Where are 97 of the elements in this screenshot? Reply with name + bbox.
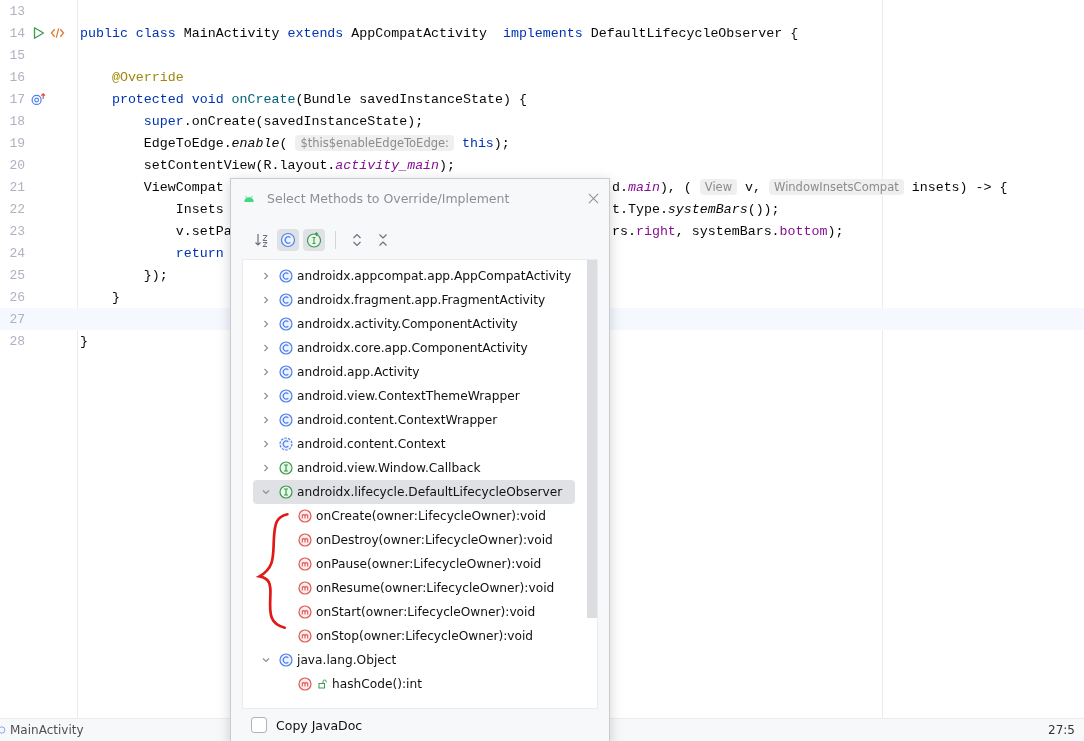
code-line: ViewCompat [142, 179, 224, 195]
code-line: EdgeToEdge.enable( $this$enableEdgeToEdge: this); [142, 135, 510, 151]
line-number: 27 [8, 311, 25, 327]
line-number: 18 [8, 113, 25, 129]
tree-item[interactable]: onPause(owner:LifecycleOwner):void [298, 552, 542, 576]
method-icon [298, 629, 312, 643]
line-number: 26 [8, 289, 25, 305]
code-line: t.Type.systemBars()); [612, 201, 780, 217]
tree-item[interactable]: android.content.Context [253, 432, 575, 456]
code-line: public class MainActivity extends AppCompatActivity implements DefaultLifecycleObserver { [80, 25, 799, 41]
line-number: 13 [8, 3, 25, 19]
line-number: 23 [8, 223, 25, 239]
show-interfaces-button[interactable] [303, 229, 325, 251]
line-number: 15 [8, 47, 25, 63]
file-tab[interactable]: MainActivity [0, 723, 84, 737]
code-line: @Override [110, 69, 184, 85]
scrollbar[interactable] [587, 260, 597, 618]
class-icon [0, 723, 8, 737]
chevron-right-icon[interactable] [261, 439, 271, 449]
tree-item[interactable]: androidx.lifecycle.DefaultLifecycleObserver [253, 480, 575, 504]
tree-item[interactable]: onStart(owner:LifecycleOwner):void [298, 600, 536, 624]
interface-icon [279, 461, 293, 475]
class-icon [279, 293, 293, 307]
interface-icon [306, 232, 322, 248]
run-icon[interactable] [31, 26, 46, 40]
class-icon [279, 389, 293, 403]
class-icon [279, 365, 293, 379]
class-icon [279, 413, 293, 427]
override-icon[interactable] [31, 92, 46, 106]
code-line: protected void onCreate(Bundle savedInstanceState) { [110, 91, 527, 107]
code-line: } [80, 333, 88, 349]
chevron-down-icon[interactable] [261, 487, 271, 497]
class-icon [279, 653, 293, 667]
tree-item[interactable]: android.content.ContextWrapper [253, 408, 575, 432]
code-line: rs.right, systemBars.bottom); [612, 223, 844, 239]
code-line: super.onCreate(savedInstanceState); [142, 113, 424, 129]
line-number: 17 [8, 91, 25, 107]
class-icon [279, 437, 293, 451]
line-number: 21 [8, 179, 25, 195]
dialog-title: Select Methods to Override/Implement [267, 190, 511, 206]
checkbox[interactable] [251, 717, 267, 733]
code-line: setContentView(R.layout.activity_main); [142, 157, 456, 173]
line-number: 24 [8, 245, 25, 261]
show-classes-button[interactable] [277, 229, 299, 251]
tree-item[interactable]: hashCode():int [298, 672, 422, 696]
code-line: d.main), ( View v, WindowInsetsCompat insets) -> { [612, 179, 1008, 195]
line-number: 16 [8, 69, 25, 85]
method-icon [298, 533, 312, 547]
tree-item[interactable]: onCreate(owner:LifecycleOwner):void [298, 504, 546, 528]
line-number: 20 [8, 157, 25, 173]
chevron-right-icon[interactable] [261, 319, 271, 329]
method-icon [298, 677, 312, 691]
tree-item[interactable]: androidx.fragment.app.FragmentActivity [253, 288, 575, 312]
sort-icon [254, 232, 270, 248]
method-icon [298, 581, 312, 595]
code-line: Insets [174, 201, 224, 217]
line-number: 28 [8, 333, 25, 349]
method-icon [298, 509, 312, 523]
tree-item[interactable]: android.view.ContextThemeWrapper [253, 384, 575, 408]
close-icon[interactable] [588, 192, 599, 204]
chevron-right-icon[interactable] [261, 367, 271, 377]
tree-item[interactable]: java.lang.Object [253, 648, 575, 672]
code-line: v.setPa [174, 223, 232, 239]
code-line: }); [142, 267, 168, 283]
code-icon[interactable] [50, 26, 65, 40]
interface-icon [279, 485, 293, 499]
chevron-right-icon[interactable] [261, 271, 271, 281]
tree-item[interactable]: onStop(owner:LifecycleOwner):void [298, 624, 534, 648]
tree-item[interactable]: onResume(owner:LifecycleOwner):void [298, 576, 555, 600]
class-icon [279, 341, 293, 355]
tree-item[interactable]: onDestroy(owner:LifecycleOwner):void [298, 528, 553, 552]
chevron-right-icon[interactable] [261, 391, 271, 401]
tree-item[interactable]: android.view.Window.Callback [253, 456, 575, 480]
chevron-down-icon[interactable] [261, 655, 271, 665]
method-icon [298, 605, 312, 619]
unlocked-icon [318, 679, 328, 689]
tree-item[interactable]: androidx.core.app.ComponentActivity [253, 336, 575, 360]
tree-item[interactable]: androidx.activity.ComponentActivity [253, 312, 575, 336]
class-icon [280, 232, 296, 248]
line-number: 22 [8, 201, 25, 217]
code-line: return [174, 245, 224, 261]
code-line: } [110, 289, 120, 305]
line-number: 19 [8, 135, 25, 151]
tree-item[interactable]: android.app.Activity [253, 360, 575, 384]
tree-item[interactable]: androidx.appcompat.app.AppCompatActivity [253, 264, 575, 288]
class-icon [279, 269, 293, 283]
line-number: 14 [8, 25, 25, 41]
method-icon [298, 557, 312, 571]
chevron-right-icon[interactable] [261, 415, 271, 425]
checkbox-label[interactable]: Copy JavaDoc [276, 717, 363, 733]
chevron-right-icon[interactable] [261, 463, 271, 473]
class-icon [279, 317, 293, 331]
line-number: 25 [8, 267, 25, 283]
chevron-right-icon[interactable] [261, 295, 271, 305]
android-icon [243, 193, 255, 203]
chevron-right-icon[interactable] [261, 343, 271, 353]
caret-position[interactable]: 27:5 [1048, 723, 1075, 737]
